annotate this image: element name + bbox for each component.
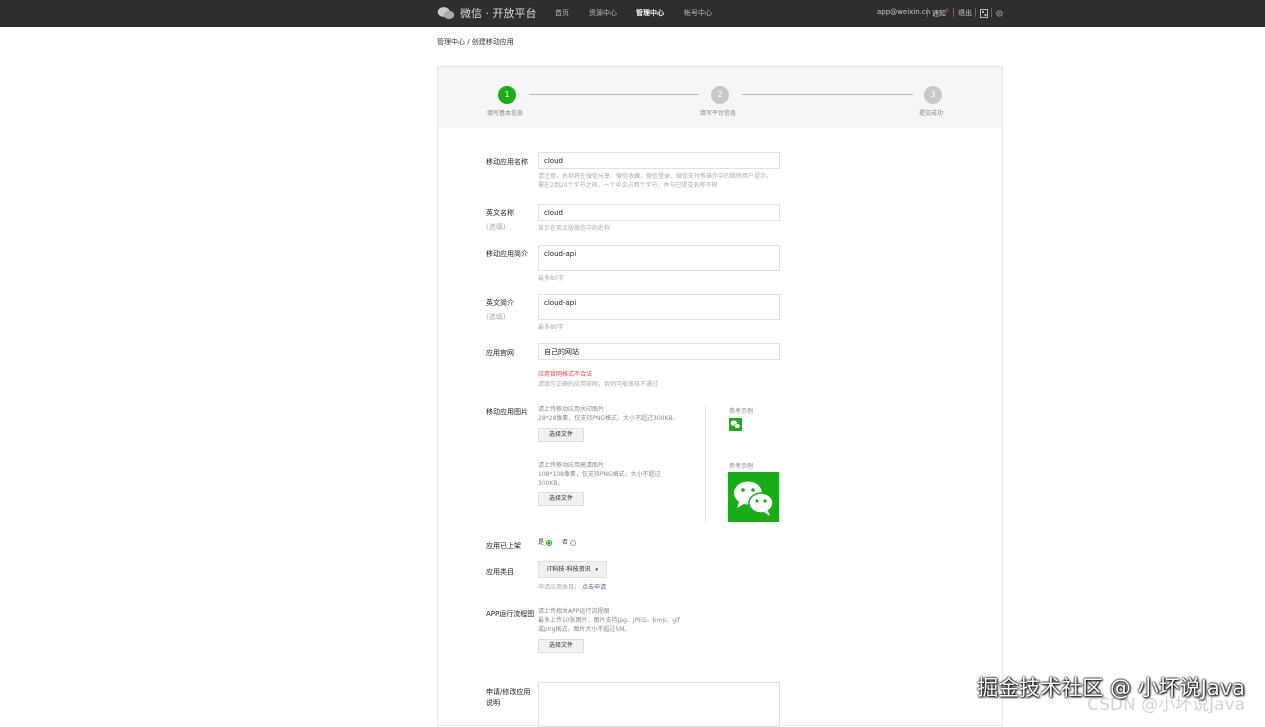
flowchart-desc-line2: 最多上传10张图片，图片支持jpg、JPEG、bmp、gif bbox=[538, 617, 680, 624]
en-intro-textarea[interactable]: cloud-api bbox=[538, 294, 780, 320]
nav-resources[interactable]: 资源中心 bbox=[589, 8, 617, 18]
step-line bbox=[529, 94, 699, 95]
radio-yes-checked[interactable] bbox=[546, 539, 553, 546]
divider bbox=[991, 8, 992, 17]
en-name-label: 英文名称 (选填) bbox=[486, 208, 514, 232]
small-example-label: 参考示例 bbox=[729, 408, 754, 415]
en-name-input[interactable]: cloud bbox=[538, 204, 780, 221]
category-selected: IT科技-科技资讯 bbox=[547, 566, 591, 573]
radio-yes[interactable]: 是 bbox=[538, 539, 553, 546]
website-label: 应用官网 bbox=[486, 349, 514, 357]
divider bbox=[927, 8, 928, 17]
nav-account[interactable]: 帐号中心 bbox=[684, 8, 712, 18]
en-name-hint: 显示在英文版微信中的名称 bbox=[538, 225, 611, 232]
nav-management[interactable]: 管理中心 bbox=[636, 8, 664, 18]
small-image-choose-file-button[interactable]: 选择文件 bbox=[538, 428, 585, 442]
create-app-form-card: 1 2 3 填写基本信息 填写平台信息 提交成功 移动应用名称 cloud 请注… bbox=[437, 66, 1003, 727]
divider bbox=[953, 8, 954, 17]
website-error: 应用官网格式不合法 bbox=[538, 371, 593, 378]
divider bbox=[705, 404, 706, 524]
qrcode-icon[interactable] bbox=[980, 9, 988, 18]
apply-desc-label-line2: 说明 bbox=[486, 699, 500, 707]
category-select[interactable]: IT科技-科技资讯 ▾ bbox=[538, 561, 608, 578]
app-name-label: 移动应用名称 bbox=[486, 158, 528, 166]
notice-link[interactable]: 通知6 bbox=[932, 8, 949, 18]
app-online-label: 应用已上架 bbox=[486, 542, 521, 550]
account-email[interactable]: app@weixin.cn bbox=[877, 8, 930, 16]
settings-icon[interactable] bbox=[996, 10, 1003, 17]
app-name-hint-line1: 请注意，名称将在微信分享、微信收藏、微信登录、微信支付等操作中的跳转用户提示， bbox=[538, 173, 773, 180]
app-name-hint-line2: 需在2到20个字节之间，一个中文占两个字节，并与已提交名称不同 bbox=[538, 182, 718, 189]
big-example-label: 参考示例 bbox=[729, 463, 754, 470]
radio-no[interactable]: 否 bbox=[562, 539, 576, 546]
nav-home[interactable]: 首页 bbox=[555, 8, 569, 18]
radio-no-label: 否 bbox=[561, 539, 568, 546]
small-image-desc-line1: 请上传移动应用水印图片 bbox=[538, 406, 605, 413]
big-image-desc: 请上传移动应用高清图片 108*108像素，仅支持PNG格式，大小不超过 300… bbox=[538, 461, 698, 488]
big-image-desc-line1: 请上传移动应用高清图片 bbox=[538, 462, 605, 469]
step-line bbox=[742, 94, 913, 95]
logout-link[interactable]: 退出 bbox=[958, 8, 972, 18]
breadcrumb: 管理中心 / 创建移动应用 bbox=[437, 38, 514, 46]
progress-steps: 1 2 3 填写基本信息 填写平台信息 提交成功 bbox=[438, 67, 1002, 128]
csdn-watermark: CSDN @小坏说Java bbox=[1087, 695, 1245, 715]
app-name-input[interactable]: cloud bbox=[538, 152, 780, 169]
notice-badge: 6 bbox=[946, 8, 950, 14]
radio-yes-label: 是 bbox=[538, 539, 545, 546]
app-online-radio-group: 是 否 bbox=[538, 537, 576, 546]
app-intro-textarea[interactable]: cloud-api bbox=[538, 245, 780, 271]
flowchart-choose-file-button[interactable]: 选择文件 bbox=[538, 639, 585, 653]
step-3-circle: 3 bbox=[924, 86, 942, 104]
notice-label: 通知 bbox=[932, 9, 946, 18]
en-intro-hint: 最多80字 bbox=[538, 324, 564, 331]
radio-no-unchecked[interactable] bbox=[569, 539, 576, 546]
en-intro-label-text: 英文简介 bbox=[486, 299, 514, 307]
optional-tag: (选填) bbox=[486, 313, 506, 321]
flowchart-label: APP运行流程图 bbox=[486, 610, 535, 618]
divider bbox=[975, 8, 976, 17]
apply-desc-textarea[interactable] bbox=[538, 682, 780, 727]
website-hint: 请填写正确的应用官网，否则可能审核不通过 bbox=[538, 381, 659, 388]
step-1-label: 填写基本信息 bbox=[487, 110, 524, 117]
step-2-label: 填写平台信息 bbox=[700, 110, 737, 117]
logo-text: 微信 · 开放平台 bbox=[460, 7, 537, 20]
app-intro-hint: 最多80字 bbox=[538, 275, 564, 282]
en-intro-label: 英文简介 (选填) bbox=[486, 298, 514, 322]
big-example-wechat-icon bbox=[728, 472, 779, 522]
apply-desc-label-line1: 申请/修改应用 bbox=[486, 688, 531, 696]
big-image-choose-file-button[interactable]: 选择文件 bbox=[538, 492, 585, 506]
optional-tag: (选填) bbox=[486, 223, 506, 231]
small-image-desc: 请上传移动应用水印图片 28*28像素，仅支持PNG格式，大小不超过300KB。 bbox=[538, 405, 698, 423]
flowchart-desc-line3: 或png格式，图片大小不超过5M。 bbox=[538, 626, 631, 633]
app-name-hint: 请注意，名称将在微信分享、微信收藏、微信登录、微信支付等操作中的跳转用户提示， … bbox=[538, 172, 788, 190]
chevron-down-icon: ▾ bbox=[595, 567, 599, 573]
en-name-label-text: 英文名称 bbox=[486, 209, 514, 217]
small-image-desc-line2: 28*28像素，仅支持PNG格式，大小不超过300KB。 bbox=[538, 415, 679, 422]
category-label: 应用类目 bbox=[486, 568, 514, 576]
flowchart-desc: 请上传相关APP运行流程图 最多上传10张图片，图片支持jpg、JPEG、bmp… bbox=[538, 607, 708, 634]
flowchart-desc-line1: 请上传相关APP运行流程图 bbox=[538, 608, 610, 615]
category-hint: 申请应用类目， 点击申请 bbox=[538, 583, 606, 592]
logo[interactable]: 微信 · 开放平台 bbox=[437, 5, 537, 21]
big-image-desc-line3: 300KB。 bbox=[538, 480, 564, 487]
website-input[interactable]: 自己的网站 bbox=[538, 343, 780, 360]
step-2-circle: 2 bbox=[711, 86, 729, 104]
step-3-label: 提交成功 bbox=[919, 110, 944, 117]
app-images-label: 移动应用图片 bbox=[486, 408, 528, 416]
app-intro-label: 移动应用简介 bbox=[486, 250, 528, 258]
apply-desc-label: 申请/修改应用 说明 bbox=[486, 687, 530, 709]
small-example-wechat-icon bbox=[729, 418, 742, 431]
top-navigation-bar: 微信 · 开放平台 首页 资源中心 管理中心 帐号中心 app@weixin.c… bbox=[0, 0, 1265, 27]
wechat-logo-icon bbox=[437, 6, 455, 19]
step-1-circle: 1 bbox=[498, 86, 516, 104]
category-hint-text: 申请应用类目， bbox=[538, 584, 581, 591]
big-image-desc-line2: 108*108像素，仅支持PNG格式，大小不超过 bbox=[538, 471, 661, 478]
apply-category-link[interactable]: 点击申请 bbox=[582, 584, 606, 591]
